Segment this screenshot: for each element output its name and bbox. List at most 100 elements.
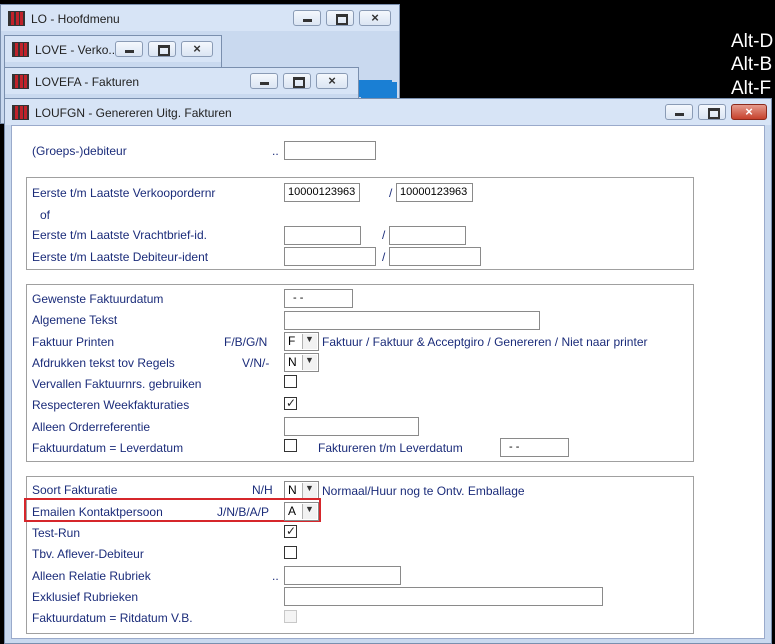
debiteur-to-input[interactable] <box>389 247 481 266</box>
factureren-tm-input[interactable]: - - <box>500 438 569 457</box>
faktuurdatum-input[interactable]: - - <box>284 289 353 308</box>
maximize-icon <box>708 108 720 119</box>
minimize-icon <box>260 82 269 85</box>
minimize-button[interactable] <box>293 10 321 26</box>
afdrukken-select[interactable]: N ▼ <box>284 353 319 372</box>
relatie-input[interactable] <box>284 566 401 585</box>
testrun-label: Test-Run <box>32 526 81 540</box>
titlebar[interactable]: LO - Hoofdmenu × <box>1 5 399 31</box>
vrachtbrief-label: Eerste t/m Laatste Vrachtbrief-id. <box>32 228 207 242</box>
exklusief-label: Exklusief Rubrieken <box>32 590 139 604</box>
maximize-button[interactable] <box>283 73 311 89</box>
window-title: LOVEFA - Fakturen <box>35 75 140 89</box>
afdrukken-codes: V/N/- <box>242 356 270 370</box>
minimize-button[interactable] <box>115 41 143 57</box>
form-area: (Groeps-)debiteur .. Eerste t/m Laatste … <box>11 125 765 639</box>
maximize-icon <box>336 14 348 25</box>
groeps-debiteur-label: (Groeps-)debiteur <box>32 144 127 158</box>
close-button[interactable]: × <box>181 41 213 57</box>
algemene-tekst-label: Algemene Tekst <box>32 313 118 327</box>
maximize-button[interactable] <box>326 10 354 26</box>
leverdatum-checkbox[interactable] <box>284 439 297 452</box>
soort-value: N <box>288 483 297 497</box>
aflever-checkbox[interactable] <box>284 546 297 559</box>
close-icon: × <box>745 104 753 119</box>
maximize-button[interactable] <box>148 41 176 57</box>
weekfakturaties-checkbox[interactable]: ✓ <box>284 396 297 410</box>
emailen-select[interactable]: A ▼ <box>284 502 319 521</box>
minimize-icon <box>303 19 312 22</box>
side-text-1: Alt-D <box>731 31 774 52</box>
titlebar[interactable]: LOVE - Verko... × <box>5 36 221 62</box>
verkooporder-from-input[interactable]: 10000123963 <box>284 183 360 202</box>
orderreferentie-input[interactable] <box>284 417 419 436</box>
window-loufgn[interactable]: LOUFGN - Genereren Uitg. Fakturen × (Gro… <box>4 98 772 644</box>
close-button[interactable]: × <box>316 73 348 89</box>
app-icon <box>12 74 29 89</box>
titlebar[interactable]: LOVEFA - Fakturen × <box>5 68 358 94</box>
verkooporder-sep: / <box>389 186 393 200</box>
vrachtbrief-sep: / <box>382 228 386 242</box>
close-button[interactable]: × <box>359 10 391 26</box>
testrun-checkbox[interactable]: ✓ <box>284 524 297 538</box>
faktuurdatum-label: Gewenste Faktuurdatum <box>32 292 164 306</box>
faktuur-printen-desc: Faktuur / Faktuur & Acceptgiro / Generer… <box>322 335 648 349</box>
close-icon: × <box>193 41 201 56</box>
blue-selection <box>359 80 392 97</box>
close-icon: × <box>371 10 379 25</box>
app-icon <box>12 42 29 57</box>
side-text-2: Alt-B <box>731 54 773 75</box>
vervallen-checkbox[interactable] <box>284 375 297 388</box>
emailen-codes: J/N/B/A/P <box>217 505 270 519</box>
minimize-icon <box>125 50 134 53</box>
ritdatum-checkbox[interactable] <box>284 610 297 623</box>
faktuur-printen-value: F <box>288 334 296 348</box>
window-title: LOUFGN - Genereren Uitg. Fakturen <box>35 106 232 120</box>
afdrukken-label: Afdrukken tekst tov Regels <box>32 356 175 370</box>
faktuur-printen-label: Faktuur Printen <box>32 335 115 349</box>
emailen-dropdown[interactable]: ▼ <box>302 504 317 519</box>
leverdatum-label: Faktuurdatum = Leverdatum <box>32 441 184 455</box>
algemene-tekst-input[interactable] <box>284 311 540 330</box>
chevron-down-icon: ▼ <box>305 483 314 493</box>
afdrukken-dropdown[interactable]: ▼ <box>302 355 317 370</box>
faktuur-printen-codes: F/B/G/N <box>224 335 268 349</box>
groeps-debiteur-dots: .. <box>272 144 279 158</box>
faktuur-printen-select[interactable]: F ▼ <box>284 332 319 351</box>
debiteur-from-input[interactable] <box>284 247 376 266</box>
exklusief-input[interactable] <box>284 587 603 606</box>
close-button[interactable]: × <box>731 104 767 120</box>
chevron-down-icon: ▼ <box>305 355 314 365</box>
titlebar[interactable]: LOUFGN - Genereren Uitg. Fakturen × <box>5 99 771 125</box>
app-icon <box>12 105 29 120</box>
soort-codes: N/H <box>252 483 273 497</box>
verkooporder-to-input[interactable]: 10000123963 <box>396 183 473 202</box>
window-title: LOVE - Verko... <box>35 43 119 57</box>
check-icon: ✓ <box>286 396 297 410</box>
side-text-3: Alt-F <box>731 78 772 99</box>
vrachtbrief-to-input[interactable] <box>389 226 466 245</box>
of-label: of <box>40 208 51 222</box>
vrachtbrief-from-input[interactable] <box>284 226 361 245</box>
groeps-debiteur-input[interactable] <box>284 141 376 160</box>
aflever-label: Tbv. Aflever-Debiteur <box>32 547 144 561</box>
chevron-down-icon: ▼ <box>305 334 314 344</box>
check-icon: ✓ <box>286 524 297 538</box>
orderreferentie-label: Alleen Orderreferentie <box>32 420 151 434</box>
soort-dropdown[interactable]: ▼ <box>302 483 317 498</box>
maximize-button[interactable] <box>698 104 726 120</box>
factureren-tm-label: Faktureren t/m Leverdatum <box>318 441 463 455</box>
minimize-button[interactable] <box>250 73 278 89</box>
maximize-icon <box>293 77 305 88</box>
vervallen-label: Vervallen Faktuurnrs. gebruiken <box>32 377 202 391</box>
app-icon <box>8 11 25 26</box>
verkooporder-label: Eerste t/m Laatste Verkoopordernr <box>32 186 216 200</box>
debiteur-sep: / <box>382 250 386 264</box>
close-icon: × <box>328 73 336 88</box>
window-title: LO - Hoofdmenu <box>31 12 120 26</box>
faktuur-printen-dropdown[interactable]: ▼ <box>302 334 317 349</box>
debiteur-label: Eerste t/m Laatste Debiteur-ident <box>32 250 209 264</box>
afdrukken-value: N <box>288 355 297 369</box>
minimize-button[interactable] <box>665 104 693 120</box>
soort-desc: Normaal/Huur nog te Ontv. Emballage <box>322 484 525 498</box>
